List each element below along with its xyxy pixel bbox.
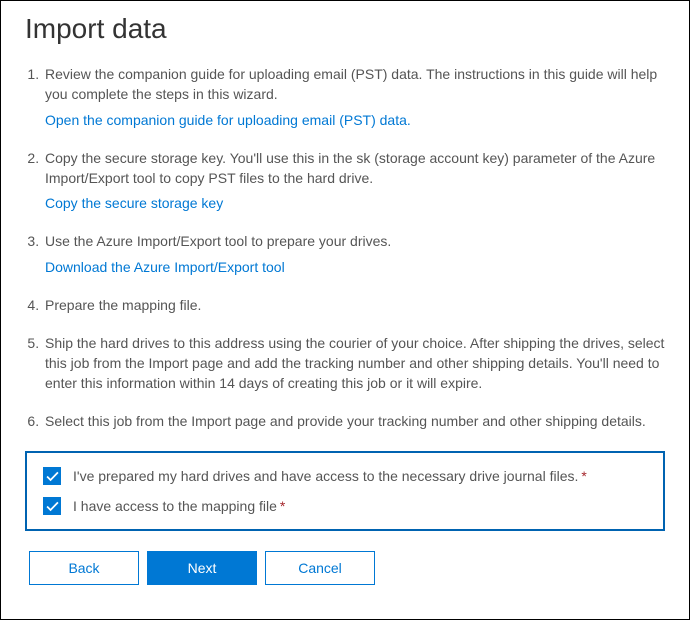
required-marker: * [280, 498, 285, 514]
download-tool-link[interactable]: Download the Azure Import/Export tool [45, 258, 285, 278]
confirmation-box: I've prepared my hard drives and have ac… [25, 451, 665, 531]
step-text: Use the Azure Import/Export tool to prep… [45, 232, 665, 252]
step-1: Review the companion guide for uploading… [43, 65, 665, 131]
step-text: Select this job from the Import page and… [45, 412, 665, 432]
copy-storage-key-link[interactable]: Copy the secure storage key [45, 194, 223, 214]
required-marker: * [581, 468, 586, 484]
step-6: Select this job from the Import page and… [43, 412, 665, 432]
confirm-label: I've prepared my hard drives and have ac… [73, 468, 587, 484]
checkbox-mapping-file[interactable] [43, 497, 61, 515]
check-icon [46, 470, 59, 483]
confirm-row-drives: I've prepared my hard drives and have ac… [43, 467, 647, 485]
step-2: Copy the secure storage key. You'll use … [43, 149, 665, 215]
step-4: Prepare the mapping file. [43, 296, 665, 316]
step-text: Ship the hard drives to this address usi… [45, 334, 665, 394]
button-row: Back Next Cancel [25, 551, 665, 585]
page-title: Import data [25, 13, 665, 45]
back-button[interactable]: Back [29, 551, 139, 585]
step-5: Ship the hard drives to this address usi… [43, 334, 665, 394]
step-text: Copy the secure storage key. You'll use … [45, 149, 665, 189]
companion-guide-link[interactable]: Open the companion guide for uploading e… [45, 111, 411, 131]
cancel-button[interactable]: Cancel [265, 551, 375, 585]
confirm-row-mapping: I have access to the mapping file* [43, 497, 647, 515]
confirm-label: I have access to the mapping file* [73, 498, 285, 514]
step-text: Prepare the mapping file. [45, 296, 665, 316]
step-3: Use the Azure Import/Export tool to prep… [43, 232, 665, 278]
checkbox-prepared-drives[interactable] [43, 467, 61, 485]
wizard-steps: Review the companion guide for uploading… [25, 65, 665, 431]
check-icon [46, 500, 59, 513]
next-button[interactable]: Next [147, 551, 257, 585]
step-text: Review the companion guide for uploading… [45, 65, 665, 105]
import-data-panel: Import data Review the companion guide f… [0, 0, 690, 620]
